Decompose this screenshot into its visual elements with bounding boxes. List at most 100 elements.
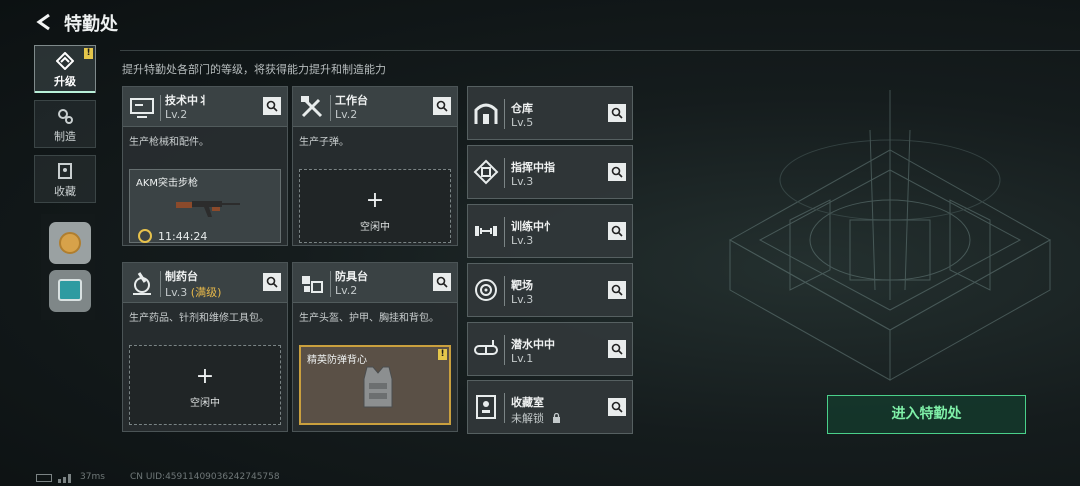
facility-card-tech-center[interactable]: 技术中⺦ Lv.2 生产枪械和配件。 AKM突击步枪 11:44:24: [122, 86, 288, 246]
divider: [504, 217, 505, 247]
facility-level: Lv.3: [511, 293, 534, 306]
signal-icon: [58, 474, 71, 483]
facility-name: 训练中忄: [511, 220, 555, 233]
divider: [160, 271, 161, 297]
divider: [120, 50, 1080, 51]
nav-item-collection[interactable]: 收藏: [34, 155, 96, 203]
currency-shortcut-button[interactable]: [49, 222, 91, 264]
inspect-button[interactable]: [608, 222, 626, 240]
page-subtitle: 提升特勤处各部门的等级，将获得能力提升和制造能力: [122, 63, 386, 76]
nav-item-craft[interactable]: 制造: [34, 100, 96, 148]
inspect-button[interactable]: [608, 163, 626, 181]
divider: [504, 335, 505, 365]
card-header: 制药台 Lv.3 (满级): [123, 263, 287, 303]
target-icon: [475, 279, 497, 301]
facility-level: Lv.3: [511, 175, 534, 188]
status-footer: 37ms CN UID:4591140903624274575​8: [0, 470, 1080, 486]
tools-icon: [301, 96, 323, 118]
search-icon: [611, 401, 623, 413]
divider: [160, 95, 161, 121]
search-icon: [436, 100, 448, 112]
divider: [504, 99, 505, 129]
facility-card-warehouse[interactable]: 仓库 Lv.5: [467, 86, 633, 140]
facility-level: 未解锁: [511, 410, 561, 426]
search-icon: [611, 107, 623, 119]
facility-description: 生产子弹。: [299, 137, 349, 148]
command-icon: [473, 159, 499, 185]
max-level-tag: (满级): [190, 286, 222, 299]
level-value: Lv.3: [165, 286, 188, 299]
inspect-button[interactable]: [608, 340, 626, 358]
facility-name: 收藏室: [511, 396, 544, 409]
divider: [330, 95, 331, 121]
collection-room-icon: [476, 395, 496, 419]
gears-icon: [58, 109, 73, 124]
inventory-shortcut-button[interactable]: [49, 270, 91, 312]
inspect-button[interactable]: [608, 281, 626, 299]
facility-card-diving-center[interactable]: 潜水中中 Lv.1: [467, 322, 633, 376]
facility-card-training-center[interactable]: 训练中忄 Lv.3: [467, 204, 633, 258]
timer-icon: [138, 229, 152, 243]
inspect-button[interactable]: [608, 104, 626, 122]
page-title: 特勤处: [64, 14, 118, 35]
divider: [330, 271, 331, 297]
facility-description: 生产药品、针剂和维修工具包。: [129, 313, 269, 324]
facility-level: Lv.3: [511, 234, 534, 247]
facility-card-pharmacy[interactable]: 制药台 Lv.3 (满级) 生产药品、针剂和维修工具包。 + 空闲中: [122, 262, 288, 432]
inspect-button[interactable]: [263, 97, 281, 115]
item-name: 精英防弹背心: [307, 355, 367, 366]
search-icon: [611, 166, 623, 178]
battery-icon: [36, 474, 52, 482]
back-arrow-icon[interactable]: [34, 12, 54, 32]
nav-label: 升级: [54, 75, 76, 88]
warehouse-icon: [474, 103, 498, 124]
production-slot[interactable]: ! 精英防弹背心: [299, 345, 451, 425]
collection-icon: [58, 163, 72, 179]
production-timer: 11:44:24: [158, 230, 208, 243]
inspect-button[interactable]: [433, 97, 451, 115]
item-name: AKM突击步枪: [136, 178, 199, 189]
empty-production-slot[interactable]: + 空闲中: [299, 169, 451, 243]
facility-level: Lv.3 (满级): [165, 284, 221, 300]
empty-production-slot[interactable]: + 空闲中: [129, 345, 281, 425]
locked-status: 未解锁: [511, 412, 544, 425]
facility-card-armor-bench[interactable]: 防具台 Lv.2 生产头盔、护甲、胸挂和背包。 ! 精英防弹背心: [292, 262, 458, 432]
header: 特勤处: [0, 0, 1080, 46]
side-shortcuts: [41, 214, 95, 320]
inspect-button[interactable]: [263, 273, 281, 291]
search-icon: [611, 343, 623, 355]
facility-name: 指挥中指: [511, 161, 555, 174]
card-header: 技术中⺦ Lv.2: [123, 87, 287, 127]
facility-level: Lv.2: [335, 284, 358, 297]
inspect-button[interactable]: [433, 273, 451, 291]
nav-item-upgrade[interactable]: ! 升级: [34, 45, 96, 93]
inventory-icon: [58, 279, 82, 301]
facility-card-collection-room[interactable]: 收藏室 未解锁: [467, 380, 633, 434]
slot-status: 空闲中: [190, 398, 220, 409]
dumbbell-icon: [475, 226, 497, 236]
enter-headquarters-button[interactable]: 进入特勤处: [827, 395, 1026, 434]
facility-name: 潜水中中: [511, 338, 555, 351]
facility-level: Lv.1: [511, 352, 534, 365]
facility-card-workbench[interactable]: 工作台 Lv.2 生产子弹。 + 空闲中: [292, 86, 458, 246]
search-icon: [436, 276, 448, 288]
facility-name: 防具台: [335, 270, 368, 283]
facility-name: 工作台: [335, 94, 368, 107]
inspect-button[interactable]: [608, 398, 626, 416]
facility-name: 靶场: [511, 279, 533, 292]
upgrade-icon: [56, 52, 74, 70]
facility-card-command-center[interactable]: 指挥中指 Lv.3: [467, 145, 633, 199]
notification-badge: !: [84, 48, 93, 59]
facility-card-shooting-range[interactable]: 靶场 Lv.3: [467, 263, 633, 317]
production-slot[interactable]: AKM突击步枪 11:44:24: [129, 169, 281, 243]
vest-icon: [363, 366, 393, 408]
card-header: 工作台 Lv.2: [293, 87, 457, 127]
facility-name: 仓库: [511, 102, 533, 115]
divider: [504, 276, 505, 306]
monitor-icon: [130, 98, 154, 118]
nav-label: 制造: [54, 130, 76, 143]
divider: [504, 393, 505, 423]
search-icon: [266, 276, 278, 288]
facility-level: Lv.2: [335, 108, 358, 121]
headquarters-model-art: [728, 90, 1052, 381]
